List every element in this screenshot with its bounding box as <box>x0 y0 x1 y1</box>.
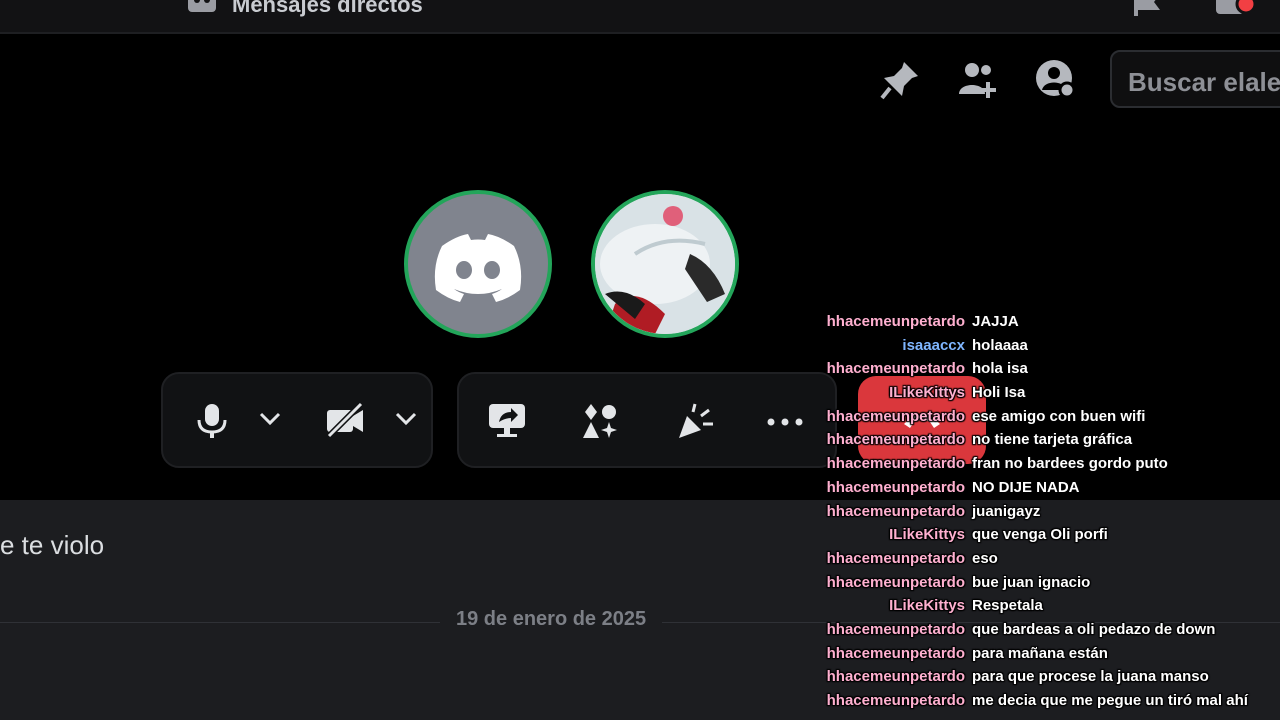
chat-message: Holi Isa <box>972 384 1026 402</box>
chat-overlay-row: hhacemeunpetardo no tiene tarjeta gráfica <box>800 428 1280 452</box>
chevron-down-icon[interactable] <box>259 412 281 431</box>
audio-video-controls <box>161 372 433 468</box>
photo-image <box>595 194 735 334</box>
chat-message: que venga Oli porfi <box>972 526 1108 544</box>
activity-controls <box>457 372 837 468</box>
chat-overlay-row: hhacemeunpetardo para que procese la juan… <box>800 665 1280 689</box>
chat-message: hola isa <box>972 360 1028 378</box>
chat-overlay-row: hhacemeunpetardo juanigayz <box>800 500 1280 524</box>
chat-username: hhacemeunpetardo <box>826 407 965 425</box>
chat-message: no tiene tarjeta gráfica <box>972 431 1133 449</box>
screen-share-icon[interactable] <box>487 402 527 445</box>
chat-username: isaaaccx <box>902 336 965 354</box>
date-divider: 19 de enero de 2025 <box>440 608 663 631</box>
chat-overlay-row: hhacemeunpetardo para mañana están <box>800 642 1280 666</box>
chat-overlay-row: hhacemeunpetardo JAJJA <box>800 310 1280 334</box>
chat-overlay-row: ILikeKittys Respetala <box>800 594 1280 618</box>
chat-overlay-row: hhacemeunpetardo hola isa <box>800 357 1280 381</box>
soundboard-icon[interactable] <box>675 402 715 447</box>
chat-username: hhacemeunpetardo <box>826 549 965 567</box>
message-text: e te violo <box>0 530 105 560</box>
pin-icon[interactable] <box>878 58 922 107</box>
chat-message: Respetala <box>972 597 1043 615</box>
chat-message: JAJJA <box>972 313 1019 330</box>
chat-username: hhacemeunpetardo <box>826 478 965 496</box>
chat-username: hhacemeunpetardo <box>826 431 965 449</box>
chat-message: bue juan ignacio <box>972 573 1091 591</box>
chat-username: hhacemeunpetardo <box>826 573 965 591</box>
participant-avatar-discord[interactable] <box>404 190 552 338</box>
chat-message: me decia que me pegue un tiró mal ahí <box>972 692 1248 709</box>
inbox-icon[interactable] <box>1214 0 1260 27</box>
participant-avatar-photo[interactable] <box>591 190 739 338</box>
chat-overlay-row: hhacemeunpetardo que bardeas a oli pedazo… <box>800 618 1280 642</box>
chat-message: NO DIJE NADA <box>972 478 1080 496</box>
chat-message: ese amigo con buen wifi <box>972 407 1146 425</box>
chat-username: hhacemeunpetardo <box>826 502 965 520</box>
chat-message: eso <box>972 549 998 567</box>
page-title: Mensajes directos <box>232 0 423 17</box>
friends-icon <box>186 0 218 19</box>
search-input[interactable]: Buscar elalex <box>1110 50 1280 108</box>
chat-username: hhacemeunpetardo <box>826 455 965 473</box>
chat-message: para que procese la juana manso <box>972 668 1209 686</box>
chat-username: ILikeKittys <box>889 597 965 615</box>
chat-overlay-row: hhacemeunpetardo NO DIJE NADA <box>800 476 1280 500</box>
chat-username: ILikeKittys <box>889 526 965 544</box>
camera-off-icon[interactable] <box>325 401 365 443</box>
flag-icon[interactable] <box>1130 0 1166 23</box>
chat-overlay-row: hhacemeunpetardo me decia que me pegue un… <box>800 689 1280 713</box>
chat-message: holaaaa <box>972 336 1028 354</box>
more-icon[interactable] <box>767 414 803 432</box>
search-placeholder: Buscar elalex <box>1128 67 1280 97</box>
chat-overlay-row: isaaaccx holaaaa <box>800 334 1280 358</box>
user-profile-icon[interactable] <box>1034 58 1078 107</box>
microphone-icon[interactable] <box>195 402 229 445</box>
chevron-down-icon[interactable] <box>395 412 417 431</box>
stream-chat-overlay: hhacemeunpetardo JAJJA isaaaccx holaaaa hhac… <box>800 310 1280 713</box>
add-friend-icon[interactable] <box>956 58 1000 107</box>
chat-message: que bardeas a oli pedazo de down <box>972 620 1216 638</box>
chat-username: hhacemeunpetardo <box>826 668 965 686</box>
chat-overlay-row: hhacemeunpetardo eso <box>800 547 1280 571</box>
chat-username: hhacemeunpetardo <box>826 692 965 709</box>
chat-message: juanigayz <box>972 502 1041 520</box>
chat-overlay-row: hhacemeunpetardo bue juan ignacio <box>800 571 1280 595</box>
chat-username: hhacemeunpetardo <box>826 360 965 378</box>
chat-username: hhacemeunpetardo <box>826 620 965 638</box>
activities-icon[interactable] <box>581 402 619 445</box>
chat-message: para mañana están <box>972 644 1108 662</box>
chat-overlay-row: hhacemeunpetardo ese amigo con buen wifi <box>800 405 1280 429</box>
top-bar: Mensajes directos <box>0 0 1280 34</box>
chat-overlay-row: ILikeKittys que venga Oli porfi <box>800 523 1280 547</box>
chat-overlay-row: hhacemeunpetardo fran no bardees gordo pu… <box>800 452 1280 476</box>
chat-username: ILikeKittys <box>889 384 965 402</box>
chat-username: hhacemeunpetardo <box>826 644 965 662</box>
chat-message: fran no bardees gordo puto <box>972 455 1168 473</box>
chat-username: hhacemeunpetardo <box>826 313 965 330</box>
discord-logo-icon <box>434 234 522 302</box>
chat-overlay-row: ILikeKittys Holi Isa <box>800 381 1280 405</box>
